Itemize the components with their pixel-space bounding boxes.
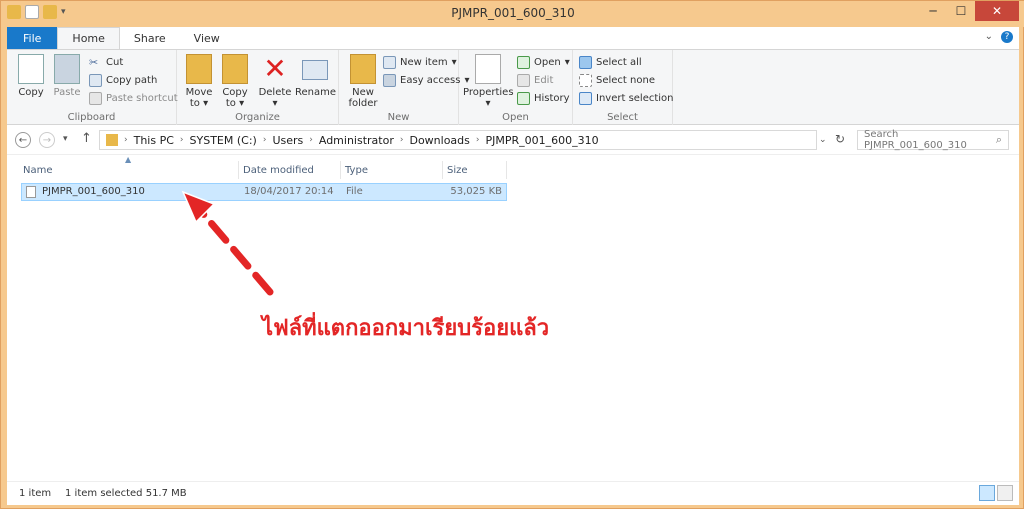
new-group: New folder New item ▾ Easy access ▾ New [339,50,469,126]
copy-to-icon [222,54,248,84]
breadcrumb-administrator[interactable]: Administrator [319,134,394,147]
easy-access-icon [383,73,396,87]
tab-file[interactable]: File [7,27,58,49]
history-icon [517,91,530,105]
invert-selection-button[interactable]: Invert selection [579,90,674,106]
search-icon: ⌕ [995,133,1002,146]
clipboard-group: Copy Paste ✂ Cut Copy path Paste shortcu… [7,50,178,126]
breadcrumb-this-pc[interactable]: This PC [134,134,174,147]
clipboard-label: Clipboard [67,112,116,123]
tab-home[interactable]: Home [57,27,120,49]
properties-icon [475,54,501,84]
tab-share[interactable]: Share [120,27,180,49]
breadcrumb-current-folder[interactable]: PJMPR_001_600_310 [486,134,599,147]
select-all-button[interactable]: Select all [579,54,642,70]
window-controls: ─ ☐ ✕ [919,1,1019,21]
paste-icon [54,54,80,84]
column-header-date-modified[interactable]: Date modified [239,161,341,179]
open-button[interactable]: Open ▾ [517,54,570,70]
forward-button[interactable]: → [39,132,55,148]
easy-access-button[interactable]: Easy access ▾ [383,72,469,88]
ribbon-tabs: File Home Share View ⌄ ? [7,27,1019,49]
file-icon [26,186,36,198]
scissors-icon: ✂ [89,55,99,69]
select-none-icon [579,73,592,87]
column-header-type[interactable]: Type [341,161,443,179]
edit-button[interactable]: Edit [517,72,553,88]
edit-icon [517,73,530,87]
address-bar[interactable]: › This PC › SYSTEM (C:) › Users › Admini… [99,130,817,150]
delete-icon: ✕ [263,52,287,85]
breadcrumb-system-c[interactable]: SYSTEM (C:) [190,134,257,147]
annotation-text: ไฟล์ที่แตกออกมาเรียบร้อยแล้ว [262,316,550,341]
copy-to-button[interactable]: Copy to ▾ [217,54,253,109]
copy-path-icon [89,73,102,87]
new-folder-icon [350,54,376,84]
select-none-button[interactable]: Select none [579,72,655,88]
item-count: 1 item [19,488,52,499]
help-icon[interactable]: ? [1001,31,1013,43]
maximize-button[interactable]: ☐ [947,1,975,21]
rename-icon [302,60,328,80]
copy-icon [18,54,44,84]
tab-view[interactable]: View [180,27,234,49]
rename-button[interactable]: Rename [295,54,336,98]
close-button[interactable]: ✕ [975,1,1019,21]
address-dropdown-icon[interactable]: ⌄ [819,135,827,145]
select-all-icon [579,55,592,69]
window-title: PJMPR_001_600_310 [451,6,575,20]
recent-locations-icon[interactable]: ▾ [63,134,68,144]
explorer-window: ▾ PJMPR_001_600_310 ─ ☐ ✕ File Home Shar… [0,0,1024,509]
table-row[interactable]: PJMPR_001_600_310 18/04/2017 20:14 File … [21,183,507,201]
organize-label: Organize [235,112,280,123]
open-icon [517,55,530,69]
paste-shortcut-icon [89,91,102,105]
cut-button[interactable]: ✂ Cut [89,54,123,70]
new-folder-button[interactable]: New folder [343,54,383,109]
minimize-button[interactable]: ─ [919,1,947,21]
large-icons-view-button[interactable] [997,485,1013,501]
invert-selection-icon [579,91,592,105]
navigation-bar: ← → ▾ ↑ › This PC › SYSTEM (C:) › Users … [7,125,1019,155]
title-bar: ▾ PJMPR_001_600_310 ─ ☐ ✕ [1,1,1024,27]
details-view-button[interactable] [979,485,995,501]
chevron-down-icon[interactable]: ⌄ [985,31,993,43]
move-to-icon [186,54,212,84]
breadcrumb-downloads[interactable]: Downloads [409,134,469,147]
file-date: 18/04/2017 20:14 [244,186,334,197]
new-item-button[interactable]: New item ▾ [383,54,457,70]
paste-shortcut-button[interactable]: Paste shortcut [89,90,178,106]
select-label: Select [607,112,638,123]
back-button[interactable]: ← [15,132,31,148]
folder-icon [106,134,118,146]
breadcrumb-users[interactable]: Users [272,134,303,147]
select-group: Select all Select none Invert selection … [573,50,674,126]
ribbon: Copy Paste ✂ Cut Copy path Paste shortcu… [7,49,1019,126]
copy-button[interactable]: Copy [13,54,49,98]
column-header-name[interactable]: Name [19,161,239,179]
file-size: 53,025 KB [450,186,502,197]
status-bar: 1 item 1 item selected 51.7 MB [7,481,1019,505]
history-button[interactable]: History [517,90,570,106]
copy-path-button[interactable]: Copy path [89,72,157,88]
file-type: File [346,186,363,197]
new-label: New [387,112,410,123]
file-name: PJMPR_001_600_310 [42,186,145,197]
properties-button[interactable]: Properties ▾ [463,54,514,109]
organize-group: Move to ▾ Copy to ▾ ✕ Delete ▾ Rename Or… [177,50,339,126]
move-to-button[interactable]: Move to ▾ [181,54,217,109]
search-input[interactable]: Search PJMPR_001_600_310 ⌕ [857,129,1009,151]
up-arrow-icon[interactable]: ↑ [81,131,92,146]
selection-info: 1 item selected 51.7 MB [65,488,187,499]
open-group: Properties ▾ Open ▾ Edit History Open [459,50,573,126]
paste-button[interactable]: Paste [49,54,85,98]
open-label: Open [502,112,529,123]
new-item-icon [383,55,396,69]
refresh-icon[interactable]: ↻ [835,132,845,146]
column-header-size[interactable]: Size [443,161,507,179]
delete-button[interactable]: ✕ Delete ▾ [257,52,293,110]
